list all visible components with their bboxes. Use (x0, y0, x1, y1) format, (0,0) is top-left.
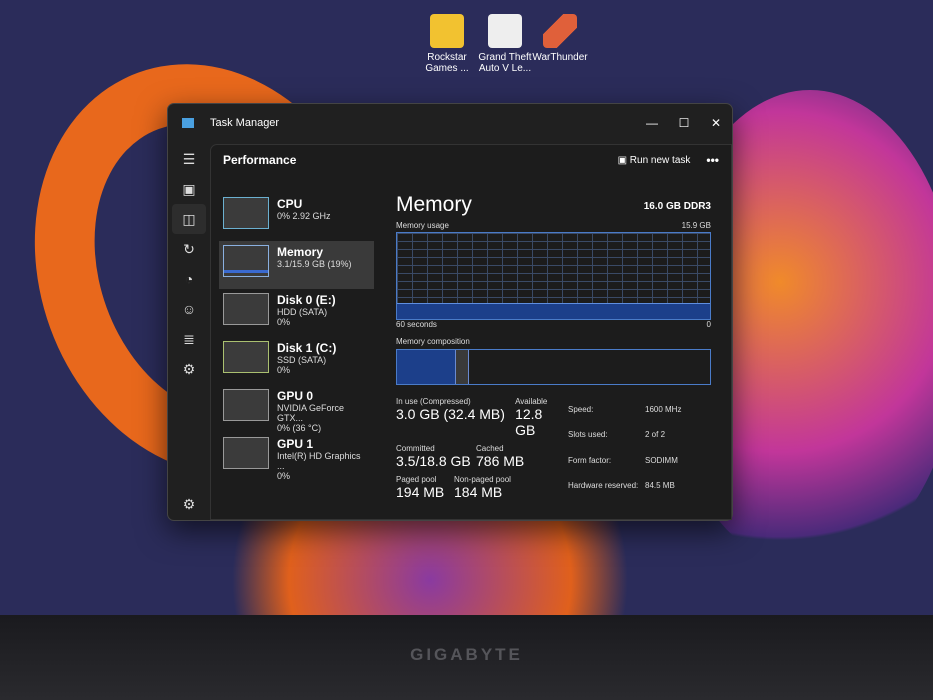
paged-pool-label: Paged pool (396, 475, 437, 484)
app-icon (182, 118, 194, 128)
prop-key: Slots used: (568, 430, 608, 440)
gpu-thumbnail (223, 389, 269, 421)
cpu-thumbnail (223, 197, 269, 229)
committed-label: Committed (396, 444, 435, 453)
device-gpu0[interactable]: GPU 0 NVIDIA GeForce GTX... 0% (36 °C) (219, 385, 374, 433)
more-options-button[interactable]: ••• (706, 153, 719, 167)
device-name: GPU 0 (277, 389, 314, 403)
device-detail: HDD (SATA) (277, 307, 328, 317)
device-gpu1[interactable]: GPU 1 Intel(R) HD Graphics ... 0% (219, 433, 374, 481)
run-new-task-button[interactable]: ▣ Run new task (618, 155, 691, 166)
maximize-button[interactable]: ☐ (668, 116, 700, 130)
device-disk1[interactable]: Disk 1 (C:) SSD (SATA) 0% (219, 337, 374, 385)
usage-label: Memory usage (396, 221, 449, 230)
device-detail: 3.1/15.9 GB (19%) (277, 259, 352, 269)
in-use-label: In use (Compressed) (396, 397, 471, 406)
committed-value: 3.5/18.8 GB (396, 453, 471, 469)
window-title: Task Manager (210, 117, 280, 129)
startup-apps-icon[interactable]: ◔ (168, 264, 210, 294)
memory-usage-graph (396, 232, 711, 320)
device-usage: 0% (277, 471, 291, 481)
modified-segment (456, 350, 469, 384)
app-history-icon[interactable]: ↻ (168, 234, 210, 264)
device-name: Disk 0 (E:) (277, 293, 336, 307)
in-use-segment (397, 350, 457, 384)
nonpaged-pool-label: Non-paged pool (454, 475, 511, 484)
hamburger-menu-icon[interactable]: ☰ (168, 144, 210, 174)
time-label: 60 seconds (396, 320, 437, 329)
device-detail: Intel(R) HD Graphics ... (277, 451, 361, 471)
details-icon[interactable]: ≣ (168, 324, 210, 354)
prop-value: 84.5 MB (645, 480, 675, 490)
device-detail: SSD (SATA) (277, 355, 327, 365)
device-list: CPU 0% 2.92 GHz Memory 3.1/15.9 GB (19%) D… (219, 193, 374, 481)
device-name: Memory (277, 245, 324, 259)
usage-fill (397, 302, 710, 319)
prop-key: Hardware reserved: (568, 480, 639, 490)
icon-label: WarThunder (532, 52, 588, 63)
device-memory[interactable]: Memory 3.1/15.9 GB (19%) (219, 241, 374, 289)
disk-thumbnail (223, 341, 269, 373)
nav-rail: ☰ ▣ ◫ ↻ ◔ ☺ ≣ ⚙ ⚙ (168, 144, 210, 520)
nonpaged-pool-value: 184 MB (454, 484, 503, 500)
icon-label: Grand Theft Auto V Le... (478, 52, 532, 74)
disk-thumbnail (223, 293, 269, 325)
performance-icon[interactable]: ◫ (172, 204, 206, 234)
device-usage: 0% (277, 317, 291, 327)
run-new-task-label: Run new task (629, 154, 691, 166)
memory-thumbnail (223, 245, 269, 277)
minimize-button[interactable]: — (636, 116, 668, 130)
processes-icon[interactable]: ▣ (168, 174, 210, 204)
prop-key: Form factor: (568, 455, 612, 465)
prop-value: 1600 MHz (645, 405, 682, 415)
device-disk0[interactable]: Disk 0 (E:) HDD (SATA) 0% (219, 289, 374, 337)
close-button[interactable]: ✕ (700, 116, 732, 130)
device-usage: 0% (277, 365, 291, 375)
usage-max: 15.9 GB (681, 221, 711, 230)
device-detail: NVIDIA GeForce GTX... (277, 403, 345, 423)
available-label: Available (515, 397, 548, 406)
memory-detail: Memory 16.0 GB DDR3 Memory usage 15.9 GB … (396, 193, 711, 500)
brand-logo: GIGABYTE (410, 645, 523, 664)
axis-zero: 0 (706, 320, 711, 329)
cached-label: Cached (476, 444, 504, 453)
in-use-value: 3.0 GB (32.4 MB) (396, 406, 505, 422)
rockstar-icon (430, 14, 464, 48)
cached-value: 786 MB (476, 453, 525, 469)
device-cpu[interactable]: CPU 0% 2.92 GHz (219, 193, 374, 241)
icon-label: Rockstar Games ... (425, 52, 469, 74)
warthunder-icon (543, 14, 577, 48)
page-title: Performance (223, 153, 297, 167)
settings-icon[interactable]: ⚙ (168, 489, 210, 519)
prop-value: 2 of 2 (645, 430, 666, 440)
gta-icon (488, 14, 522, 48)
services-icon[interactable]: ⚙ (168, 354, 210, 384)
memory-spec: 16.0 GB DDR3 (643, 201, 711, 212)
available-value: 12.8 GB (515, 406, 543, 438)
prop-value: SODIMM (645, 455, 678, 465)
device-usage: 0% (36 °C) (277, 423, 322, 433)
performance-panel: Performance ▣ Run new task ••• CPU 0% 2.9… (210, 144, 732, 520)
free-segment (469, 350, 710, 384)
device-name: Disk 1 (C:) (277, 341, 337, 355)
memory-properties: Speed: 1600 MHz Slots used: 2 of 2 Form fa… (566, 397, 683, 500)
desktop: Rockstar Games ... Grand Theft Auto V Le… (0, 0, 933, 630)
title-bar: Task Manager — ☐ ✕ (168, 104, 732, 142)
memory-composition-bar (396, 349, 711, 385)
device-detail: 0% 2.92 GHz (277, 211, 331, 221)
device-name: GPU 1 (277, 437, 314, 451)
paged-pool-value: 194 MB (396, 484, 445, 500)
device-name: CPU (277, 197, 303, 211)
prop-key: Speed: (568, 405, 594, 415)
gpu-thumbnail (223, 437, 269, 469)
users-icon[interactable]: ☺ (168, 294, 210, 324)
composition-label: Memory composition (396, 337, 470, 346)
desktop-icon-warthunder[interactable]: WarThunder (525, 14, 595, 63)
task-manager-window: Task Manager — ☐ ✕ ☰ ▣ ◫ ↻ ◔ ☺ ≣ ⚙ ⚙ Perfo… (167, 103, 733, 521)
